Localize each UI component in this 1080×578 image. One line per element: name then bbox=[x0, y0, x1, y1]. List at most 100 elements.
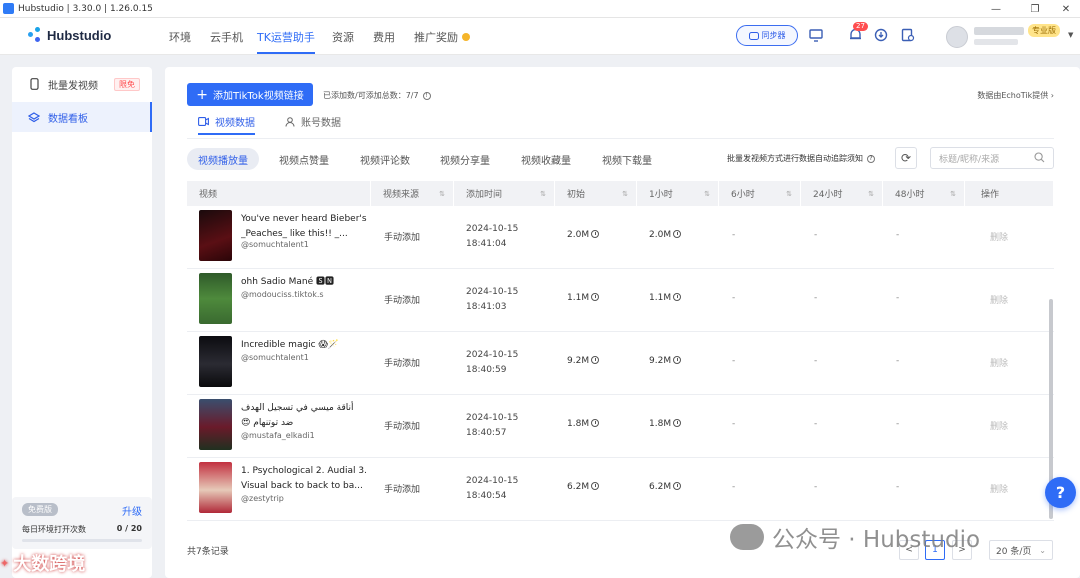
col-label: 1小时 bbox=[649, 190, 673, 200]
main-panel: + 添加TikTok视频链接 已添加数/可添加总数：7/7 ! 数据由EchoT… bbox=[165, 67, 1080, 578]
search-input[interactable]: 标题/昵称/来源 bbox=[930, 147, 1054, 169]
delete-button[interactable]: 删除 bbox=[990, 356, 1008, 369]
initial-views: 1.8M bbox=[567, 419, 600, 429]
settings-doc-icon[interactable] bbox=[900, 27, 916, 43]
clock-icon bbox=[591, 419, 600, 427]
video-thumbnail[interactable] bbox=[199, 210, 232, 261]
table-row: ohh Sadio Mané 🆂🅽 @modouciss.tiktok.s 手动… bbox=[187, 269, 1054, 332]
added-time: 2024-10-15 18:41:04 bbox=[466, 222, 518, 252]
tab-video-data[interactable]: 视频数据 bbox=[198, 114, 255, 135]
metric-tab-favorites[interactable]: 视频收藏量 bbox=[510, 148, 582, 170]
col-source[interactable]: 视频来源 ⇅ bbox=[371, 181, 454, 206]
value: 9.2M bbox=[567, 356, 590, 366]
download-icon[interactable] bbox=[873, 27, 889, 43]
info-icon[interactable]: ! bbox=[422, 91, 431, 100]
48h-views: - bbox=[896, 419, 900, 429]
delete-button[interactable]: 删除 bbox=[990, 293, 1008, 306]
video-title[interactable]: 1. Psychological 2. Audial 3. Visual bac… bbox=[241, 464, 367, 494]
upgrade-link[interactable]: 升级 bbox=[122, 503, 142, 518]
nav-tab-cloud-phone[interactable]: 云手机 bbox=[210, 29, 243, 45]
video-source: 手动添加 bbox=[384, 296, 421, 306]
delete-button[interactable]: 删除 bbox=[990, 419, 1008, 432]
value: 6.2M bbox=[649, 482, 672, 492]
col-label: 24小时 bbox=[813, 190, 843, 200]
close-button[interactable]: ✕ bbox=[1050, 0, 1080, 18]
value: 1.8M bbox=[649, 419, 672, 429]
help-button[interactable]: ? bbox=[1045, 477, 1076, 508]
clock-icon bbox=[673, 293, 682, 301]
delete-button[interactable]: 删除 bbox=[990, 482, 1008, 495]
48h-views: - bbox=[896, 356, 900, 366]
col-label: 6小时 bbox=[731, 190, 755, 200]
video-thumbnail[interactable] bbox=[199, 399, 232, 450]
added-date: 2024-10-15 bbox=[466, 287, 519, 297]
metric-tab-comments[interactable]: 视频评论数 bbox=[349, 148, 421, 170]
chevron-right-icon: › bbox=[1050, 91, 1054, 100]
nav-tab-env[interactable]: 环境 bbox=[169, 29, 191, 45]
added-time: 2024-10-15 18:41:03 bbox=[466, 285, 518, 315]
username-blurred bbox=[974, 27, 1024, 35]
initial-views: 6.2M bbox=[567, 482, 600, 492]
col-label: 视频 bbox=[199, 190, 218, 200]
nav-tab-referral[interactable]: 推广奖励 bbox=[414, 29, 470, 45]
col-action: 操作 bbox=[965, 181, 1054, 206]
video-title[interactable]: ohh Sadio Mané 🆂🅽 bbox=[241, 275, 367, 290]
48h-views: - bbox=[896, 230, 900, 240]
minimize-button[interactable]: — bbox=[980, 0, 1012, 18]
page-size-select[interactable]: 20 条/页 ⌄ bbox=[989, 540, 1053, 560]
metric-tab-likes[interactable]: 视频点赞量 bbox=[268, 148, 340, 170]
tab-label: 视频数据 bbox=[215, 118, 255, 129]
col-6h[interactable]: 6小时 ⇅ bbox=[719, 181, 801, 206]
video-thumbnail[interactable] bbox=[199, 273, 232, 324]
col-added-time[interactable]: 添加时间 ⇅ bbox=[454, 181, 555, 206]
sidebar-item-dashboard[interactable]: 数据看板 bbox=[12, 102, 152, 132]
metric-tab-downloads[interactable]: 视频下载量 bbox=[591, 148, 663, 170]
1h-views: 1.1M bbox=[649, 293, 682, 303]
col-48h[interactable]: 48小时 ⇅ bbox=[883, 181, 965, 206]
col-24h[interactable]: 24小时 ⇅ bbox=[801, 181, 883, 206]
delete-button[interactable]: 删除 bbox=[990, 230, 1008, 243]
sync-button[interactable]: 同步器 bbox=[736, 25, 798, 46]
tracking-notice[interactable]: 批量发视频方式进行数据自动追踪须知 ? bbox=[727, 153, 875, 164]
restore-button[interactable]: ❐ bbox=[1019, 0, 1051, 18]
top-navigation: Hubstudio 环境 云手机 TK运营助手 资源 费用 推广奖励 同步器 2… bbox=[0, 18, 1080, 55]
video-author: @somuchtalent1 bbox=[241, 240, 309, 249]
24h-views: - bbox=[814, 482, 818, 492]
refresh-button[interactable]: ⟳ bbox=[895, 147, 917, 169]
video-thumbnail[interactable] bbox=[199, 462, 232, 513]
chevron-down-icon[interactable]: ▼ bbox=[1068, 31, 1073, 39]
initial-views: 2.0M bbox=[567, 230, 600, 240]
metric-tab-shares[interactable]: 视频分享量 bbox=[429, 148, 501, 170]
sort-icon: ⇅ bbox=[704, 189, 710, 198]
video-title[interactable]: You've never heard Bieber's _Peaches_ li… bbox=[241, 212, 367, 242]
add-tiktok-link-button[interactable]: + 添加TikTok视频链接 bbox=[187, 83, 313, 106]
video-title[interactable]: Incredible magic 😱🪄 bbox=[241, 338, 367, 353]
nav-tab-billing[interactable]: 费用 bbox=[373, 29, 395, 45]
nav-tab-resources[interactable]: 资源 bbox=[332, 29, 354, 45]
48h-views: - bbox=[896, 482, 900, 492]
total-records: 共7条记录 bbox=[187, 547, 229, 557]
sort-icon: ⇅ bbox=[950, 189, 956, 198]
plan-usage-label: 每日环境打开次数 bbox=[22, 525, 86, 534]
1h-views: 9.2M bbox=[649, 356, 682, 366]
table-header: 视频 视频来源 ⇅ 添加时间 ⇅ 初始 ⇅ 1小时 ⇅ 6小时 ⇅ 24小时 ⇅ 48小时 ⇅… bbox=[187, 181, 1054, 206]
col-video: 视频 bbox=[187, 181, 371, 206]
avatar[interactable] bbox=[946, 26, 968, 48]
monitor-icon[interactable] bbox=[808, 27, 824, 43]
col-initial[interactable]: 初始 ⇅ bbox=[555, 181, 637, 206]
video-thumbnail[interactable] bbox=[199, 336, 232, 387]
video-title[interactable]: أناقة ميسي في تسجيل الهدف ضد توتنهام 😍 bbox=[241, 401, 367, 431]
added-clock: 18:40:59 bbox=[466, 365, 507, 375]
col-1h[interactable]: 1小时 ⇅ bbox=[637, 181, 719, 206]
sidebar-item-batch-video[interactable]: 批量发视频 限免 bbox=[12, 69, 152, 99]
brand-logo[interactable]: Hubstudio bbox=[28, 27, 111, 43]
48h-views: - bbox=[896, 293, 900, 303]
help-circle-icon: ? bbox=[867, 154, 875, 163]
nav-tab-tk-assistant[interactable]: TK运营助手 bbox=[257, 29, 315, 54]
data-provider-link[interactable]: 数据由EchoTik提供 › bbox=[977, 90, 1054, 101]
tab-account-data[interactable]: 账号数据 bbox=[285, 114, 341, 129]
video-icon bbox=[198, 117, 209, 126]
clock-icon bbox=[591, 482, 600, 490]
sort-icon: ⇅ bbox=[439, 189, 445, 198]
metric-tab-views[interactable]: 视频播放量 bbox=[187, 148, 259, 170]
